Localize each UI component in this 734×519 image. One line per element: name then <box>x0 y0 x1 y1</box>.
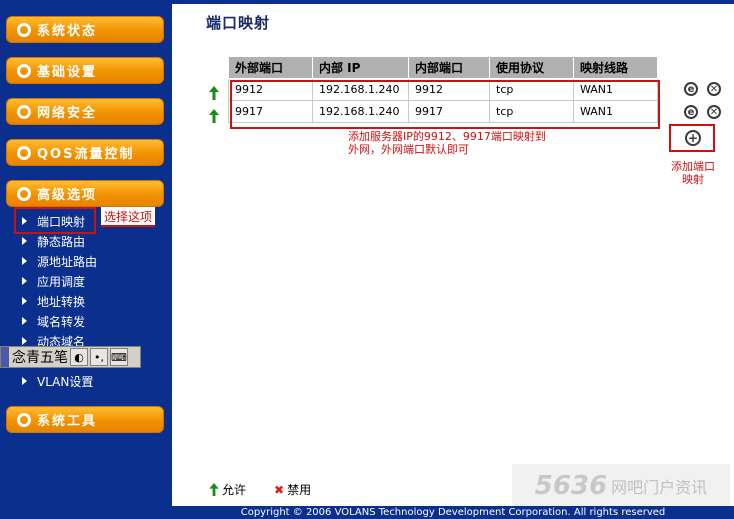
ring-icon <box>17 22 31 37</box>
sidebar-item-app-schedule[interactable]: 应用调度 <box>22 272 85 290</box>
edit-icon[interactable]: e <box>684 105 698 119</box>
page-title: 端口映射 <box>206 14 271 32</box>
selection-highlight <box>14 207 96 234</box>
legend-allow: 允许 <box>209 481 246 498</box>
menu-label: 基础设置 <box>37 65 98 80</box>
triangle-right-icon <box>22 237 27 245</box>
selection-note: 选择这项 <box>101 207 156 227</box>
ime-toolbar[interactable]: 念青五笔 ◐ •, ⌨ <box>0 346 141 368</box>
col-header: 外部端口 <box>228 56 313 79</box>
triangle-right-icon <box>22 297 27 305</box>
menu-advanced-options[interactable]: 高级选项 <box>6 180 164 207</box>
sidebar: 系统状态 基础设置 网络安全 QOS流量控制 高级选项 端口映射 静态路由 源地… <box>0 0 172 519</box>
menu-system-status[interactable]: 系统状态 <box>6 16 164 43</box>
ring-icon <box>17 412 31 427</box>
menu-label: QOS流量控制 <box>37 147 135 162</box>
menu-label: 高级选项 <box>37 188 98 203</box>
ring-icon <box>17 63 31 78</box>
footer-copyright: Copyright © 2006 VOLANS Technology Devel… <box>172 506 734 519</box>
menu-label: 系统工具 <box>37 414 98 429</box>
main-panel: 端口映射 外部端口 内部 IP 内部端口 使用协议 映射线路 9912 192.… <box>172 0 734 519</box>
triangle-right-icon <box>22 377 27 385</box>
ring-icon <box>17 104 31 119</box>
sidebar-item-static-route[interactable]: 静态路由 <box>22 232 85 250</box>
keyboard-icon[interactable]: ⌨ <box>110 348 128 366</box>
col-header: 使用协议 <box>489 56 574 79</box>
legend-deny-label: 禁用 <box>287 483 312 497</box>
punctuation-icon[interactable]: •, <box>90 348 108 366</box>
ring-icon <box>17 186 31 201</box>
sidebar-item-label: 地址转换 <box>37 294 86 309</box>
moon-icon[interactable]: ◐ <box>70 348 88 366</box>
delete-icon[interactable]: ✕ <box>707 82 721 96</box>
allow-arrow-icon[interactable] <box>209 109 219 123</box>
rows-highlight <box>230 80 660 129</box>
sidebar-item-domain-forward[interactable]: 域名转发 <box>22 312 85 330</box>
watermark: 5636 网吧门户资讯 <box>512 464 730 508</box>
sidebar-item-label: 域名转发 <box>37 314 86 329</box>
sidebar-item-label: 应用调度 <box>37 274 86 289</box>
watermark-number: 5636 <box>534 471 608 501</box>
col-header: 映射线路 <box>573 56 658 79</box>
watermark-text: 网吧门户资讯 <box>611 478 708 497</box>
triangle-right-icon <box>22 277 27 285</box>
add-icon[interactable]: + <box>685 130 701 146</box>
sidebar-item-source-route[interactable]: 源地址路由 <box>22 252 97 270</box>
menu-qos[interactable]: QOS流量控制 <box>6 139 164 166</box>
menu-label: 系统状态 <box>37 24 98 39</box>
legend-deny: ✖ 禁用 <box>274 481 311 498</box>
triangle-right-icon <box>22 257 27 265</box>
sidebar-item-vlan[interactable]: VLAN设置 <box>22 372 93 390</box>
ring-icon <box>17 145 31 160</box>
table-header-row: 外部端口 内部 IP 内部端口 使用协议 映射线路 <box>228 56 658 79</box>
ime-handle[interactable] <box>1 347 9 367</box>
menu-system-tools[interactable]: 系统工具 <box>6 406 164 433</box>
col-header: 内部端口 <box>408 56 490 79</box>
edit-icon[interactable]: e <box>684 82 698 96</box>
ime-name: 念青五笔 <box>12 350 68 366</box>
delete-icon[interactable]: ✕ <box>707 105 721 119</box>
deny-x-icon: ✖ <box>274 482 285 497</box>
menu-basic-settings[interactable]: 基础设置 <box>6 57 164 84</box>
col-header: 内部 IP <box>312 56 409 79</box>
add-note: 添加端口映射 <box>671 160 715 186</box>
top-bar <box>172 0 734 4</box>
legend-allow-label: 允许 <box>222 483 247 497</box>
sidebar-item-label: VLAN设置 <box>37 374 94 389</box>
sidebar-item-nat[interactable]: 地址转换 <box>22 292 85 310</box>
sidebar-item-label: 源地址路由 <box>37 254 98 269</box>
triangle-right-icon <box>22 317 27 325</box>
allow-arrow-icon <box>209 483 219 496</box>
annotation-text: 添加服务器IP的9912、9917端口映射到外网，外网端口默认即可 <box>348 130 546 156</box>
triangle-right-icon <box>22 337 27 345</box>
allow-arrow-icon[interactable] <box>209 86 219 100</box>
menu-network-security[interactable]: 网络安全 <box>6 98 164 125</box>
menu-label: 网络安全 <box>37 106 98 121</box>
sidebar-item-label: 静态路由 <box>37 234 86 249</box>
